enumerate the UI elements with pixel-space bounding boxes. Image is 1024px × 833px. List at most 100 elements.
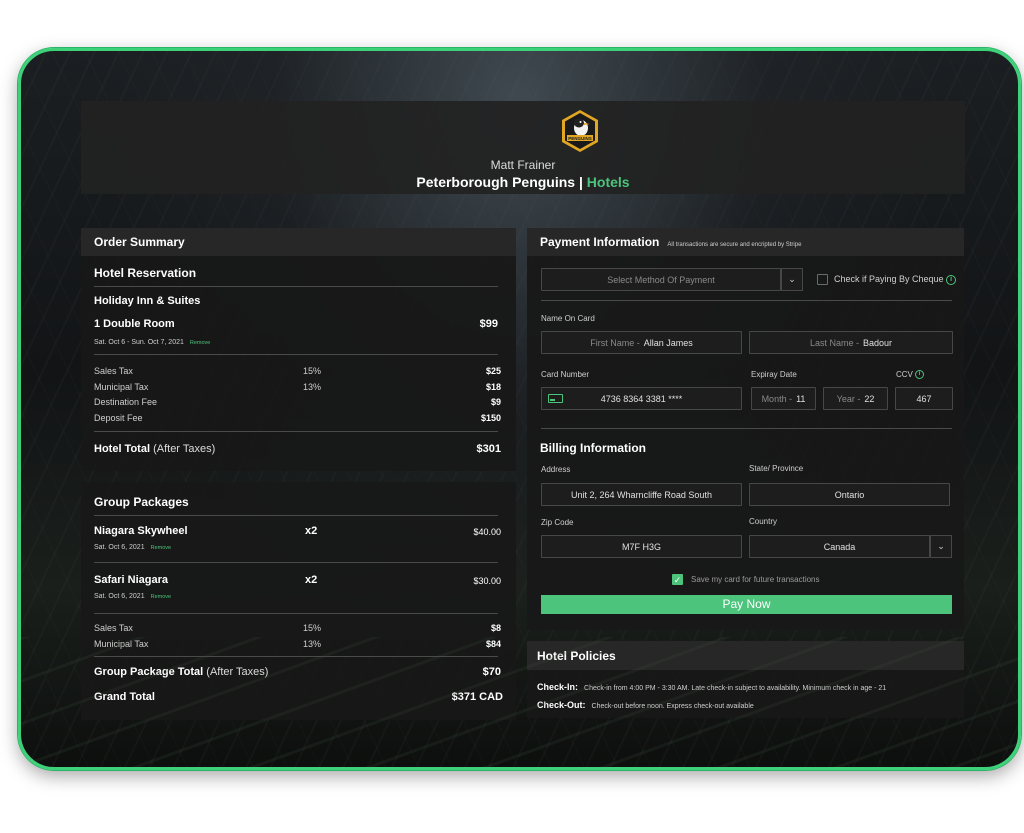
country-select[interactable]: Canada: [749, 535, 930, 558]
package-qty: x2: [305, 574, 318, 586]
fee-label: Sales Tax: [94, 623, 133, 633]
group-total-amount: $70: [482, 666, 501, 678]
expiry-month-field[interactable]: Month -11: [751, 387, 816, 410]
grand-total-label: Grand Total: [94, 691, 155, 703]
checkin-policy: Check-In: Check-in from 4:00 PM - 3:30 AM…: [537, 682, 886, 692]
divider: [94, 562, 498, 563]
fee-rate: 15%: [303, 623, 322, 633]
province-field[interactable]: Ontario: [749, 483, 950, 506]
fee-rate: 15%: [303, 366, 322, 376]
first-name-field[interactable]: First Name - Allan James: [541, 331, 742, 354]
checkin-label: Check-In:: [537, 682, 579, 692]
zip-field[interactable]: M7F H3G: [541, 535, 742, 558]
page-header: PENGUINS Matt Frainer Peterborough Pengu…: [81, 101, 965, 194]
save-card-checkbox[interactable]: ✓: [672, 574, 683, 585]
divider: [541, 300, 952, 301]
ccv-label: CCV i: [896, 370, 925, 380]
reservation-dates: Sat. Oct 6 - Sun. Oct 7, 2021 Remove: [94, 339, 210, 346]
address-label: Address: [541, 465, 571, 474]
user-name: Matt Frainer: [490, 158, 556, 172]
pay-now-button[interactable]: Pay Now: [541, 595, 952, 614]
year-value: 22: [864, 393, 875, 404]
name-on-card-label: Name On Card: [541, 314, 595, 323]
fee-amount: $84: [485, 639, 501, 649]
chevron-down-icon[interactable]: ⌄: [781, 268, 803, 291]
group-packages-title: Group Packages: [94, 495, 189, 509]
last-name-field[interactable]: Last Name - Badour: [749, 331, 953, 354]
month-value: 11: [796, 393, 806, 404]
ccv-label-text: CCV: [896, 370, 913, 379]
payment-title-text: Payment Information: [540, 235, 660, 249]
address-field[interactable]: Unit 2, 264 Wharncliffe Road South: [541, 483, 742, 506]
fee-amount: $18: [485, 382, 501, 392]
page-title: Peterborough Penguins | Hotels: [81, 174, 965, 190]
billing-title: Billing Information: [540, 441, 646, 455]
total-suffix: (After Taxes): [153, 443, 216, 455]
group-total-label: Group Package Total (After Taxes): [94, 666, 268, 678]
fee-label: Municipal Tax: [94, 639, 149, 649]
divider: [94, 431, 498, 432]
card-number-label: Card Number: [541, 370, 590, 379]
cheque-option: Check if Paying By Cheque i: [834, 274, 957, 285]
dates-text: Sat. Oct 6 - Sun. Oct 7, 2021: [94, 339, 184, 346]
checkout-text: Check-out before noon. Express check-out…: [591, 703, 754, 710]
date-text: Sat. Oct 6, 2021: [94, 544, 145, 551]
ccv-field[interactable]: 467: [895, 387, 953, 410]
hotel-total-amount: $301: [476, 443, 501, 455]
fee-rate: 13%: [303, 382, 322, 392]
fee-label: Municipal Tax: [94, 382, 149, 392]
last-name-value: Badour: [863, 337, 893, 348]
total-label-text: Group Package Total: [94, 666, 204, 678]
order-summary-title: Order Summary: [94, 235, 185, 249]
fee-label: Destination Fee: [94, 397, 158, 407]
country-label: Country: [749, 517, 778, 526]
room-price: $99: [479, 318, 498, 330]
package-qty: x2: [305, 525, 318, 537]
fee-rate: 13%: [303, 639, 322, 649]
first-name-placeholder: First Name -: [590, 337, 640, 348]
cheque-checkbox[interactable]: [817, 274, 828, 285]
first-name-value: Allan James: [643, 337, 693, 348]
divider: [94, 354, 498, 355]
month-placeholder: Month -: [761, 393, 793, 404]
remove-package-link[interactable]: Remove: [151, 545, 171, 551]
app-window: PENGUINS Matt Frainer Peterborough Pengu…: [18, 48, 1021, 770]
zip-label: Zip Code: [541, 518, 574, 527]
hotel-reservation-title: Hotel Reservation: [94, 266, 197, 280]
policies-title: Hotel Policies: [537, 649, 616, 663]
team-name: Peterborough Penguins |: [416, 174, 583, 190]
checkin-text: Check-in from 4:00 PM - 3:30 AM. Late ch…: [584, 685, 887, 692]
fee-label: Deposit Fee: [94, 413, 143, 423]
info-icon[interactable]: i: [915, 370, 925, 380]
cheque-label: Check if Paying By Cheque: [834, 274, 944, 284]
expiry-year-field[interactable]: Year -22: [823, 387, 888, 410]
chevron-down-icon[interactable]: ⌄: [930, 535, 952, 558]
payment-method-select[interactable]: Select Method Of Payment: [541, 268, 781, 291]
date-text: Sat. Oct 6, 2021: [94, 593, 145, 600]
card-number-field[interactable]: 4736 8364 3381 ****: [541, 387, 742, 410]
hotel-total-label: Hotel Total (After Taxes): [94, 443, 215, 455]
package-name: Niagara Skywheel: [94, 525, 188, 537]
last-name-placeholder: Last Name -: [809, 337, 859, 348]
svg-text:PENGUINS: PENGUINS: [568, 136, 592, 141]
credit-card-icon: [548, 394, 563, 403]
province-label: State/ Province: [749, 464, 804, 473]
info-icon[interactable]: i: [946, 274, 957, 285]
total-label-text: Hotel Total: [94, 443, 151, 455]
hotel-policies-panel: Hotel Policies Check-In: Check-in from 4:…: [527, 641, 964, 718]
save-card-label: Save my card for future transactions: [691, 575, 820, 584]
remove-hotel-link[interactable]: Remove: [190, 340, 210, 346]
package-price: $30.00: [473, 576, 501, 586]
hotel-name: Holiday Inn & Suites: [94, 295, 201, 307]
checkout-policy: Check-Out: Check-out before noon. Express…: [537, 700, 754, 710]
expiry-label: Expiray Date: [751, 370, 797, 379]
order-summary-panel: Order Summary Hotel Reservation Holiday …: [81, 228, 516, 471]
payment-title: Payment Information All transactions are …: [540, 235, 801, 249]
fee-amount: $25: [485, 366, 501, 376]
package-date: Sat. Oct 6, 2021 Remove: [94, 544, 171, 551]
remove-package-link[interactable]: Remove: [151, 594, 171, 600]
fee-amount: $150: [480, 413, 501, 423]
total-suffix: (After Taxes): [206, 666, 269, 678]
fee-amount: $8: [490, 623, 501, 633]
group-packages-panel: Group Packages Niagara Skywheel x2 $40.0…: [81, 482, 516, 720]
